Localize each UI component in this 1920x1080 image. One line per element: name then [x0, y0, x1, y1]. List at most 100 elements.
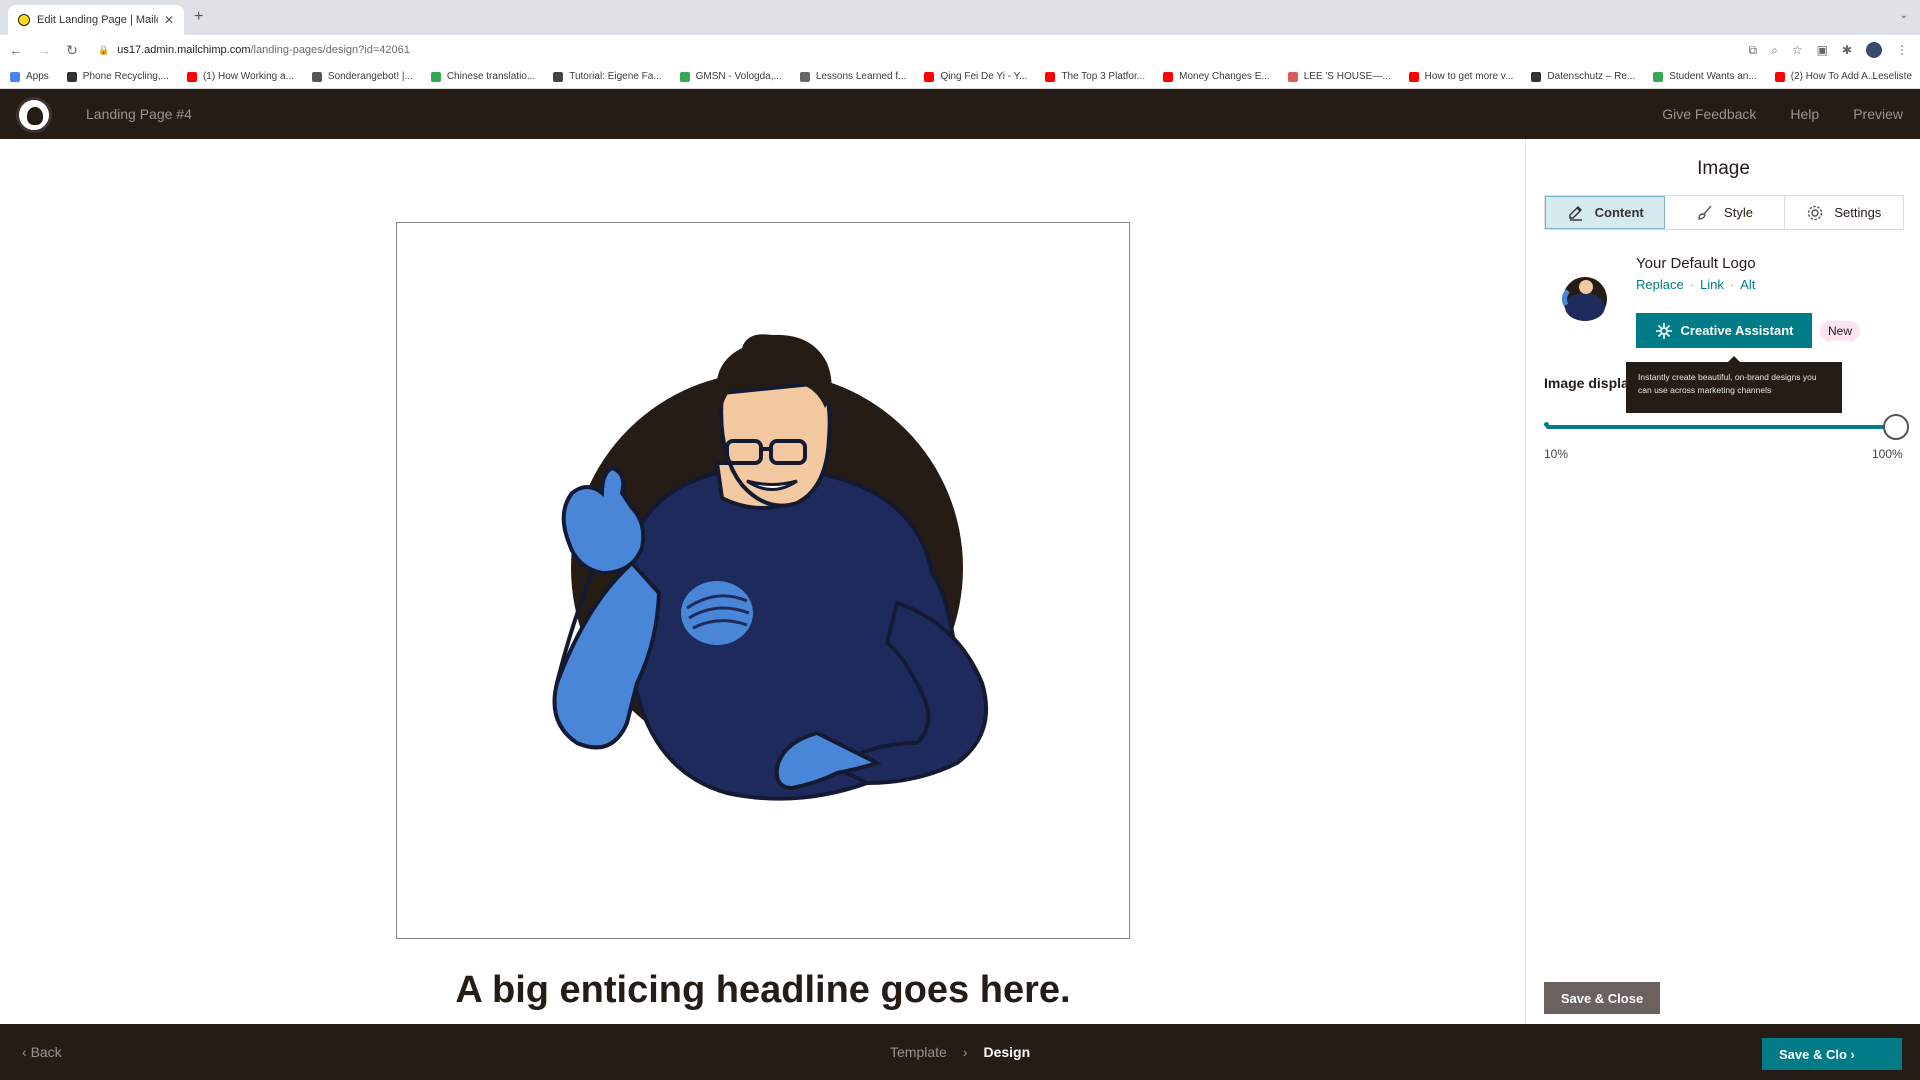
reading-list[interactable]: Leseliste: [1873, 71, 1912, 82]
bookmark-item[interactable]: (1) How Working a...: [186, 71, 294, 82]
extension-icon[interactable]: ▣: [1817, 43, 1828, 57]
back-arrow-icon[interactable]: ←: [4, 42, 28, 58]
page-name[interactable]: Landing Page #4: [86, 106, 192, 122]
url-path: /landing-pages/design?id=42061: [250, 44, 410, 56]
logo-thumbnail[interactable]: [1556, 269, 1614, 325]
crumb-template[interactable]: Template: [890, 1044, 947, 1060]
tab-style[interactable]: Style: [1665, 196, 1785, 229]
panel-save-close-button[interactable]: Save & Close: [1544, 982, 1660, 1014]
tab-content-label: Content: [1594, 205, 1644, 220]
replace-link[interactable]: Replace: [1636, 277, 1684, 292]
tab-settings[interactable]: Settings: [1784, 196, 1903, 229]
menu-dots-icon[interactable]: ⋮: [1896, 43, 1908, 57]
pencil-icon: [1568, 205, 1582, 221]
creative-assistant-button[interactable]: Creative Assistant: [1636, 313, 1812, 348]
bookmark-item[interactable]: Phone Recycling,...: [66, 71, 169, 82]
footer-save-label: Save & Clo: [1779, 1046, 1847, 1062]
image-size-slider-handle[interactable]: [1883, 414, 1909, 440]
zoom-icon[interactable]: ⌕: [1771, 43, 1778, 58]
bookmark-label: Lessons Learned f...: [815, 71, 907, 82]
bookmark-item[interactable]: (2) How To Add A...: [1774, 71, 1877, 82]
panel-tabs: Content Style Settings: [1544, 195, 1904, 230]
separator: ·: [1729, 277, 1735, 292]
bookmark-item[interactable]: Qing Fei De Yi - Y...: [924, 71, 1027, 82]
alt-link[interactable]: Alt: [1740, 277, 1755, 292]
logo-actions: Replace · Link · Alt: [1636, 277, 1755, 292]
slider-min-label: 10%: [1544, 447, 1569, 461]
reload-icon[interactable]: ↻: [60, 42, 84, 59]
bookmark-favicon-icon: [679, 71, 690, 82]
give-feedback-link[interactable]: Give Feedback: [1662, 106, 1756, 122]
logo-name: Your Default Logo: [1636, 255, 1756, 272]
profile-avatar[interactable]: [1866, 42, 1882, 58]
star-icon[interactable]: ☆: [1792, 43, 1803, 57]
bookmark-label: Money Changes E...: [1179, 71, 1270, 82]
panel-title: Image: [1697, 158, 1750, 179]
tab-title: Edit Landing Page | Mailchimp: [37, 14, 158, 26]
puzzle-icon[interactable]: ✱: [1842, 43, 1852, 57]
bookmark-item[interactable]: Money Changes E...: [1163, 71, 1270, 82]
bookmark-item[interactable]: Tutorial: Eigene Fa...: [553, 71, 662, 82]
mailchimp-favicon: [18, 14, 30, 26]
image-size-slider-track[interactable]: [1546, 425, 1891, 429]
bookmark-item[interactable]: How to get more v...: [1408, 71, 1514, 82]
bookmark-label: (1) How Working a...: [202, 71, 294, 82]
headline-text[interactable]: A big enticing headline goes here.: [396, 969, 1130, 1012]
link-link[interactable]: Link: [1700, 277, 1724, 292]
bookmark-label: Tutorial: Eigene Fa...: [569, 71, 662, 82]
browser-tab[interactable]: Edit Landing Page | Mailchimp ✕: [8, 5, 184, 35]
tab-settings-label: Settings: [1834, 205, 1882, 220]
bookmark-label: How to get more v...: [1424, 71, 1514, 82]
chevron-right-icon: ›: [1850, 1046, 1855, 1062]
bookmark-label: Apps: [26, 71, 49, 82]
bookmark-item[interactable]: Lessons Learned f...: [799, 71, 907, 82]
bookmark-item[interactable]: GMSN - Vologda,...: [679, 71, 782, 82]
bookmark-item[interactable]: Apps: [10, 71, 49, 82]
tab-content[interactable]: Content: [1545, 196, 1666, 229]
close-tab-icon[interactable]: ✕: [164, 13, 174, 27]
new-tab-button[interactable]: +: [194, 8, 203, 26]
browser-actions: ⧉ ⌕ ☆ ▣ ✱ ⋮: [1749, 42, 1908, 58]
browser-toolbar: ← → ↻ 🔒 us17.admin.mailchimp.com/landing-…: [0, 35, 1920, 65]
bookmark-item[interactable]: Sonderangebot! |...: [311, 71, 413, 82]
url-host: us17.admin.mailchimp.com: [117, 44, 251, 56]
bookmark-label: Chinese translatio...: [446, 71, 536, 82]
back-button[interactable]: ‹ Back: [22, 1044, 62, 1060]
bookmarks-bar: Apps Phone Recycling,... (1) How Working a…: [0, 65, 1920, 89]
translate-icon[interactable]: ⧉: [1749, 43, 1758, 58]
mailchimp-logo-icon[interactable]: [16, 97, 52, 133]
image-block[interactable]: [396, 222, 1130, 939]
bookmark-label: GMSN - Vologda,...: [695, 71, 782, 82]
tab-search-icon[interactable]: ⌄: [1900, 10, 1908, 21]
bookmark-item[interactable]: Chinese translatio...: [430, 71, 536, 82]
help-link[interactable]: Help: [1790, 106, 1819, 122]
new-badge: New: [1820, 321, 1861, 341]
bookmark-item[interactable]: LEE 'S HOUSE—...: [1287, 71, 1391, 82]
forward-arrow-icon[interactable]: →: [32, 42, 56, 58]
bookmark-favicon-icon: [553, 71, 564, 82]
footer-save-close-button[interactable]: Save & Clo ›: [1762, 1038, 1902, 1070]
bookmark-item[interactable]: Student Wants an...: [1653, 71, 1757, 82]
browser-tabstrip: Edit Landing Page | Mailchimp ✕ + ⌄: [0, 0, 1920, 35]
bookmark-favicon-icon: [924, 71, 935, 82]
image-display-label: Image display: [1544, 375, 1626, 391]
bookmark-label: The Top 3 Platfor...: [1061, 71, 1146, 82]
separator: ·: [1689, 277, 1695, 292]
preview-link[interactable]: Preview: [1853, 106, 1903, 122]
tab-style-label: Style: [1724, 205, 1753, 220]
bookmark-favicon-icon: [1531, 71, 1542, 82]
header-links: Give Feedback Help Preview: [1662, 106, 1903, 122]
bookmark-label: (2) How To Add A...: [1790, 71, 1877, 82]
address-bar[interactable]: 🔒 us17.admin.mailchimp.com/landing-pages/…: [98, 44, 410, 56]
breadcrumb: Template › Design: [890, 1044, 1030, 1060]
chevron-left-icon: ‹: [22, 1044, 31, 1060]
bookmark-label: Sonderangebot! |...: [327, 71, 413, 82]
app-header: Landing Page #4 Give Feedback Help Previ…: [0, 89, 1920, 139]
crumb-design: Design: [983, 1044, 1031, 1060]
bookmark-favicon-icon: [10, 71, 20, 82]
slider-max-label: 100%: [1872, 447, 1903, 461]
bookmark-item[interactable]: The Top 3 Platfor...: [1045, 71, 1145, 82]
bookmark-label: Student Wants an...: [1669, 71, 1757, 82]
bookmark-item[interactable]: Datenschutz – Re...: [1531, 71, 1635, 82]
bookmark-favicon-icon: [1287, 71, 1298, 82]
